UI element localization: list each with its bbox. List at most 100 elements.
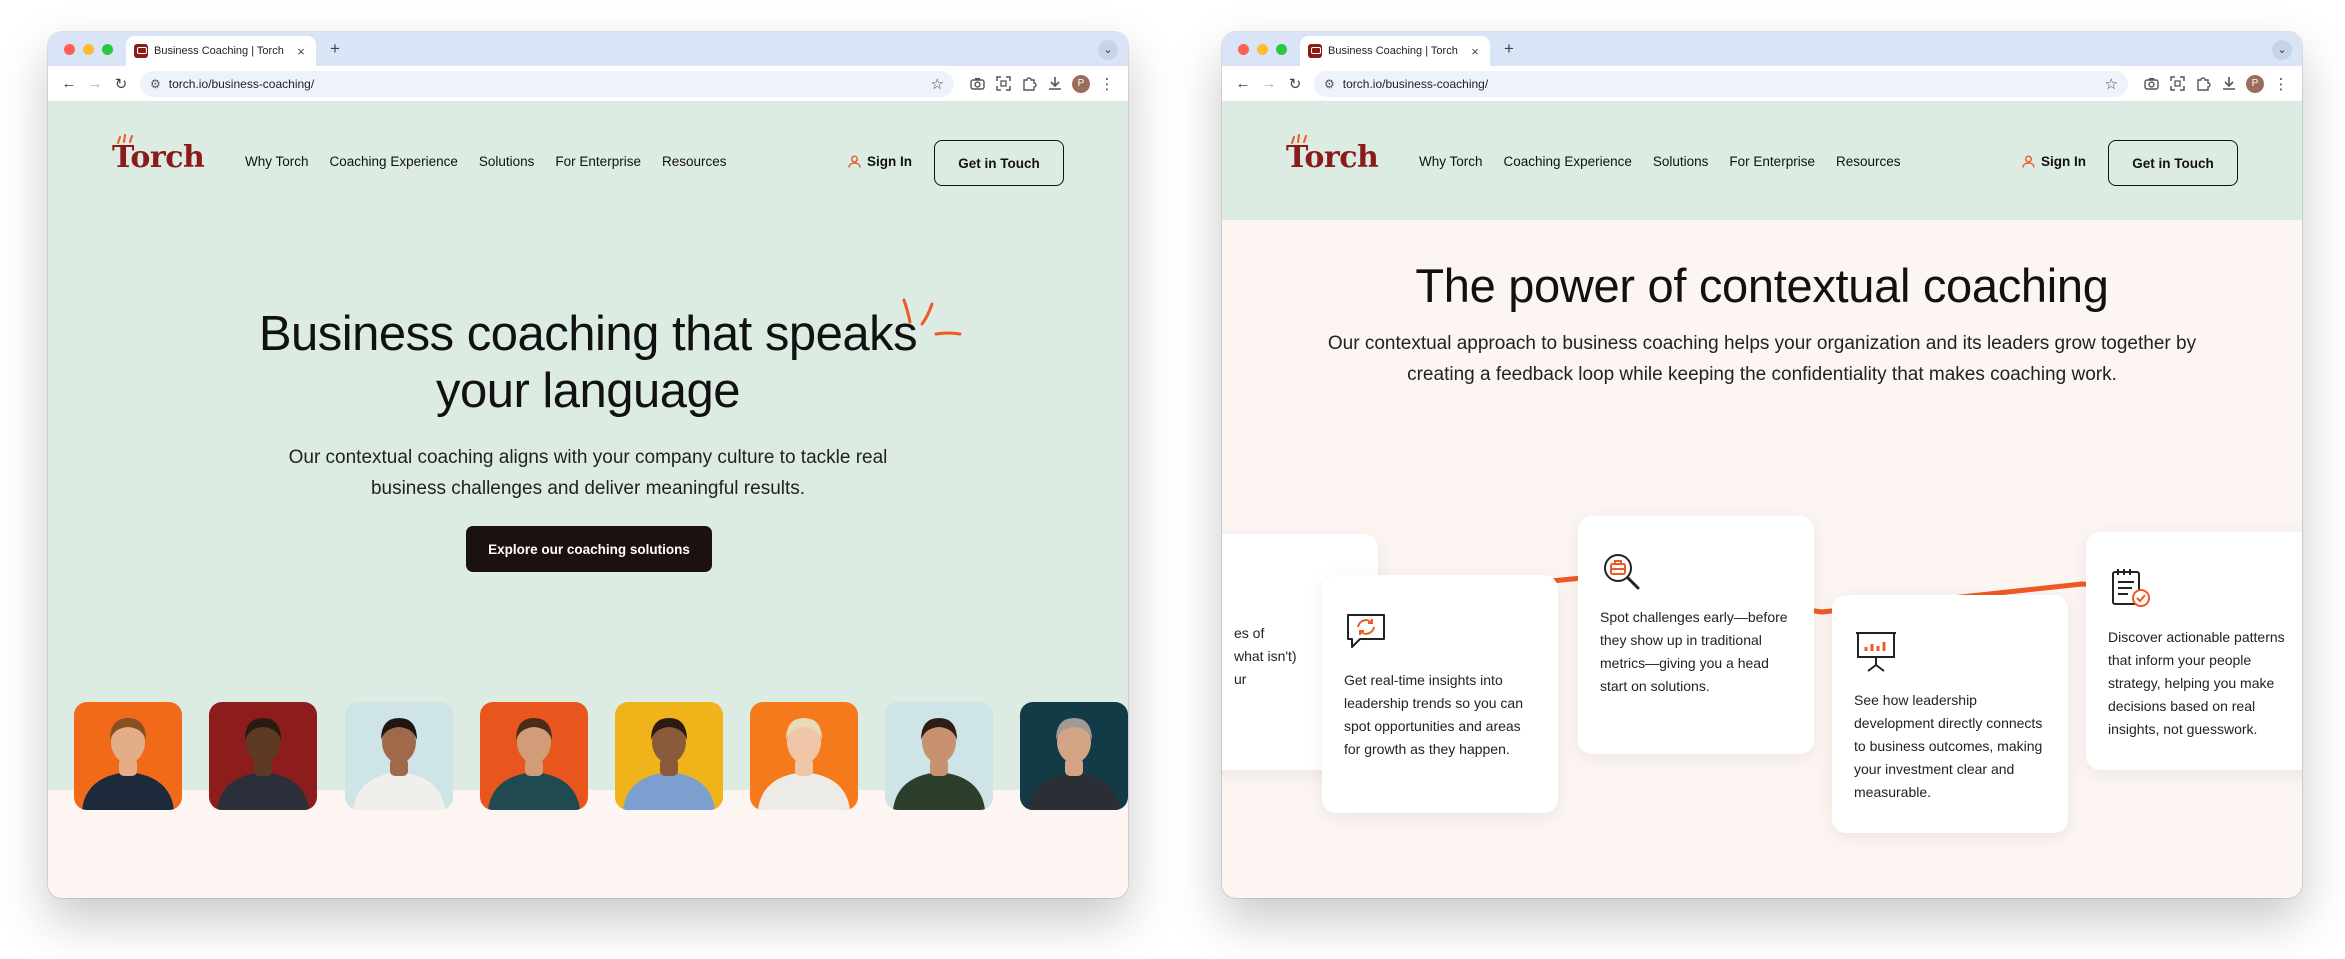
nav-coaching-experience[interactable]: Coaching Experience xyxy=(1504,154,1632,169)
reload-icon[interactable]: ↻ xyxy=(1282,71,1308,97)
nav-why-torch[interactable]: Why Torch xyxy=(1419,154,1483,169)
sign-in-link[interactable]: Sign In xyxy=(848,154,912,169)
sign-in-label: Sign In xyxy=(867,154,912,169)
tab-search-button[interactable]: ⌄ xyxy=(1098,40,1118,60)
card-line: insights, not guesswork. xyxy=(2108,721,2258,737)
person-portrait-icon xyxy=(758,718,850,810)
close-window-button[interactable] xyxy=(1238,44,1249,55)
profile-avatar[interactable]: P xyxy=(1072,74,1090,93)
screenshot-icon[interactable] xyxy=(2164,71,2190,97)
address-bar[interactable]: ⚙ torch.io/business-coaching/ ☆ xyxy=(1314,70,2128,97)
card-line: Spot challenges early—before xyxy=(1600,609,1788,625)
coach-photo-3 xyxy=(345,702,453,810)
main-navigation: Why Torch Coaching Experience Solutions … xyxy=(1419,154,1900,169)
get-in-touch-button[interactable]: Get in Touch xyxy=(2108,140,2238,186)
user-icon xyxy=(2022,155,2035,168)
nav-resources[interactable]: Resources xyxy=(662,154,727,169)
feature-card-text: Discover actionable patterns that inform… xyxy=(2108,626,2302,741)
section-subtitle-line2: creating a feedback loop while keeping t… xyxy=(1407,364,2117,385)
browser-toolbar: ← → ↻ ⚙ torch.io/business-coaching/ ☆ P … xyxy=(48,66,1128,102)
new-tab-button[interactable]: + xyxy=(330,39,340,59)
card-line: Get real-time insights into xyxy=(1344,672,1503,688)
site-settings-icon[interactable]: ⚙ xyxy=(150,77,161,91)
card-line: that inform your people xyxy=(2108,652,2252,668)
nav-why-torch[interactable]: Why Torch xyxy=(245,154,309,169)
coach-photo-4 xyxy=(480,702,588,810)
coach-photo-7 xyxy=(885,702,993,810)
coach-photo-5 xyxy=(615,702,723,810)
reload-icon[interactable]: ↻ xyxy=(108,71,134,97)
back-arrow-icon[interactable]: ← xyxy=(1230,71,1256,97)
coach-photo-8 xyxy=(1020,702,1128,810)
sparks-decoration-icon xyxy=(902,298,962,336)
site-settings-icon[interactable]: ⚙ xyxy=(1324,77,1335,91)
card-line: to business outcomes, making xyxy=(1854,738,2043,754)
address-bar[interactable]: ⚙ torch.io/business-coaching/ ☆ xyxy=(140,70,954,97)
new-tab-button[interactable]: + xyxy=(1504,39,1514,59)
tab-bar: Business Coaching | Torch × + ⌄ xyxy=(1222,32,2302,66)
bookmark-star-icon[interactable]: ☆ xyxy=(2105,75,2118,93)
card-line: decisions based on real xyxy=(2108,698,2256,714)
magnify-briefcase-icon xyxy=(1604,554,1640,590)
forward-arrow-icon[interactable]: → xyxy=(82,71,108,97)
download-icon[interactable] xyxy=(1042,71,1068,97)
torch-favicon-icon xyxy=(1308,44,1322,58)
browser-menu-icon[interactable]: ⋮ xyxy=(1094,71,1120,97)
download-icon[interactable] xyxy=(2216,71,2242,97)
explore-coaching-solutions-button[interactable]: Explore our coaching solutions xyxy=(466,526,712,572)
minimize-window-button[interactable] xyxy=(83,44,94,55)
nav-for-enterprise[interactable]: For Enterprise xyxy=(555,154,641,169)
person-portrait-icon xyxy=(893,718,985,810)
zoom-window-button[interactable] xyxy=(1276,44,1287,55)
window-controls xyxy=(1238,44,1287,55)
camera-icon[interactable] xyxy=(964,71,990,97)
card-line: Discover actionable patterns xyxy=(2108,629,2285,645)
bookmark-star-icon[interactable]: ☆ xyxy=(931,75,944,93)
zoom-window-button[interactable] xyxy=(102,44,113,55)
tab-close-icon[interactable]: × xyxy=(1468,44,1482,59)
card-line: See how leadership xyxy=(1854,692,1977,708)
nav-resources[interactable]: Resources xyxy=(1836,154,1901,169)
screenshot-icon[interactable] xyxy=(990,71,1016,97)
get-in-touch-button[interactable]: Get in Touch xyxy=(934,140,1064,186)
extensions-puzzle-icon[interactable] xyxy=(1016,71,1042,97)
card-line: strategy, helping you make xyxy=(2108,675,2275,691)
back-arrow-icon[interactable]: ← xyxy=(56,71,82,97)
chat-refresh-icon xyxy=(1347,614,1385,648)
feature-card-business-outcomes: See how leadership development directly … xyxy=(1832,595,2068,833)
browser-tab[interactable]: Business Coaching | Torch × xyxy=(126,36,316,66)
sign-in-link[interactable]: Sign In xyxy=(2022,154,2086,169)
card-line: spot opportunities and areas xyxy=(1344,718,1521,734)
logo-wordmark: Torch xyxy=(112,140,205,175)
card-line: they show up in traditional xyxy=(1600,632,1762,648)
coach-photo-1 xyxy=(74,702,182,810)
nav-for-enterprise[interactable]: For Enterprise xyxy=(1729,154,1815,169)
close-window-button[interactable] xyxy=(64,44,75,55)
sign-in-label: Sign In xyxy=(2041,154,2086,169)
site-header: Torch Why Torch Coaching Experience Solu… xyxy=(1222,102,2302,220)
extensions-puzzle-icon[interactable] xyxy=(2190,71,2216,97)
person-portrait-icon xyxy=(1028,718,1120,810)
url-text[interactable]: torch.io/business-coaching/ xyxy=(169,77,923,91)
tab-search-button[interactable]: ⌄ xyxy=(2272,40,2292,60)
browser-menu-icon[interactable]: ⋮ xyxy=(2268,71,2294,97)
card-line: measurable. xyxy=(1854,784,1932,800)
feature-card-insights: Get real-time insights into leadership t… xyxy=(1322,575,1558,813)
nav-solutions[interactable]: Solutions xyxy=(479,154,535,169)
nav-coaching-experience[interactable]: Coaching Experience xyxy=(330,154,458,169)
page-viewport: Torch Why Torch Coaching Experience Solu… xyxy=(1222,102,2302,898)
site-header: Torch Why Torch Coaching Experience Solu… xyxy=(48,102,1128,220)
person-portrait-icon xyxy=(623,718,715,810)
hero-subtitle: Our contextual coaching aligns with your… xyxy=(238,442,938,504)
nav-solutions[interactable]: Solutions xyxy=(1653,154,1709,169)
browser-tab[interactable]: Business Coaching | Torch × xyxy=(1300,36,1490,66)
person-portrait-icon xyxy=(488,718,580,810)
camera-icon[interactable] xyxy=(2138,71,2164,97)
coach-photo-2 xyxy=(209,702,317,810)
minimize-window-button[interactable] xyxy=(1257,44,1268,55)
forward-arrow-icon[interactable]: → xyxy=(1256,71,1282,97)
url-text[interactable]: torch.io/business-coaching/ xyxy=(1343,77,2097,91)
tab-close-icon[interactable]: × xyxy=(294,44,308,59)
feature-card-text: See how leadership development directly … xyxy=(1854,689,2054,804)
profile-avatar[interactable]: P xyxy=(2246,74,2264,93)
